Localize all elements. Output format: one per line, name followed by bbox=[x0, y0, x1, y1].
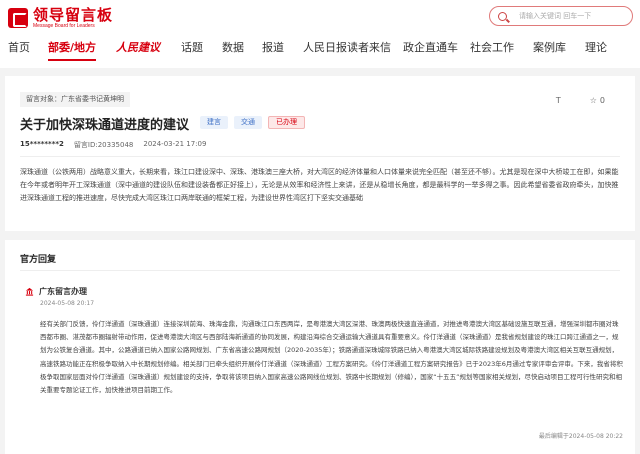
logo-title: 领导留言板 bbox=[33, 5, 114, 24]
reply-heading: 官方回复 bbox=[20, 255, 57, 265]
message-time: 2024-03-21 17:09 bbox=[143, 140, 207, 148]
main-nav: 首页 部委/地方 人民建议 话题 数据 报道 人民日报读者来信 政企直通车 社会… bbox=[0, 34, 640, 61]
status-badge: 已办理 bbox=[268, 116, 305, 129]
nav-case-library[interactable]: 案例库 bbox=[533, 39, 566, 55]
search-icon[interactable] bbox=[498, 11, 507, 21]
nav-suggestions[interactable]: 人民建议 bbox=[116, 39, 160, 55]
tag-traffic[interactable]: 交通 bbox=[234, 116, 262, 129]
building-icon bbox=[25, 287, 34, 296]
nav-social-work[interactable]: 社会工作 bbox=[470, 39, 514, 55]
reply-body: 经有关部门反馈，伶仃洋通道（深珠通道）连接深圳前海、珠海金鼎，沟通珠江口东西两岸… bbox=[40, 320, 623, 395]
search-box[interactable] bbox=[489, 6, 633, 26]
nav-data[interactable]: 数据 bbox=[222, 39, 244, 55]
message-author: 15********2 bbox=[20, 140, 64, 148]
site-logo[interactable]: 领导留言板 Message Board for Leaders bbox=[8, 5, 113, 31]
font-size-button[interactable]: T bbox=[556, 96, 564, 105]
like-button[interactable]: ☆ 0 bbox=[590, 96, 605, 105]
message-title: 关于加快深珠通道进度的建议 bbox=[20, 118, 190, 133]
message-id: 留言ID:20335048 bbox=[73, 141, 134, 149]
message-card: 留言对象：广东省委书记黄坤明 T ☆ 0 关于加快深珠通道进度的建议 建言 交通 … bbox=[5, 76, 635, 231]
nav-ministries[interactable]: 部委/地方 bbox=[48, 39, 97, 61]
message-target[interactable]: 留言对象：广东省委书记黄坤明 bbox=[20, 92, 130, 107]
divider bbox=[20, 270, 620, 271]
reply-edit-time: 最后编辑于2024-05-08 20:22 bbox=[538, 433, 623, 440]
nav-enterprise[interactable]: 政企直通车 bbox=[403, 39, 458, 55]
message-tags: 建言 交通 已办理 bbox=[200, 116, 305, 129]
font-size-icon: T bbox=[555, 96, 561, 105]
nav-topics[interactable]: 话题 bbox=[181, 39, 203, 55]
search-input[interactable] bbox=[519, 12, 619, 20]
nav-reports[interactable]: 报道 bbox=[262, 39, 284, 55]
logo-subtitle: Message Board for Leaders bbox=[33, 22, 95, 29]
star-icon: ☆ bbox=[589, 96, 597, 105]
message-body: 深珠通道（公铁两用）战略意义重大，长期来看，珠江口建设深中、深珠、港珠澳三座大桥… bbox=[20, 168, 619, 202]
nav-home[interactable]: 首页 bbox=[8, 39, 30, 55]
divider bbox=[20, 156, 620, 157]
tag-suggestion[interactable]: 建言 bbox=[200, 116, 228, 129]
message-meta: 15********2 留言ID:20335048 2024-03-21 17:… bbox=[20, 140, 206, 150]
logo-mark-icon bbox=[8, 8, 28, 28]
reply-time: 2024-05-08 20:17 bbox=[40, 300, 95, 307]
nav-reader-letters[interactable]: 人民日报读者来信 bbox=[303, 39, 391, 55]
like-count: 0 bbox=[599, 96, 605, 105]
reply-org: 广东留言办理 bbox=[25, 286, 87, 297]
message-tools: T ☆ 0 bbox=[556, 96, 605, 105]
reply-card: 官方回复 广东留言办理 2024-05-08 20:17 经有关部门反馈，伶仃洋… bbox=[5, 240, 635, 454]
nav-theory[interactable]: 理论 bbox=[585, 39, 607, 55]
top-bar: 领导留言板 Message Board for Leaders 首页 部委/地方… bbox=[0, 0, 640, 68]
reply-org-name: 广东留言办理 bbox=[39, 287, 87, 296]
